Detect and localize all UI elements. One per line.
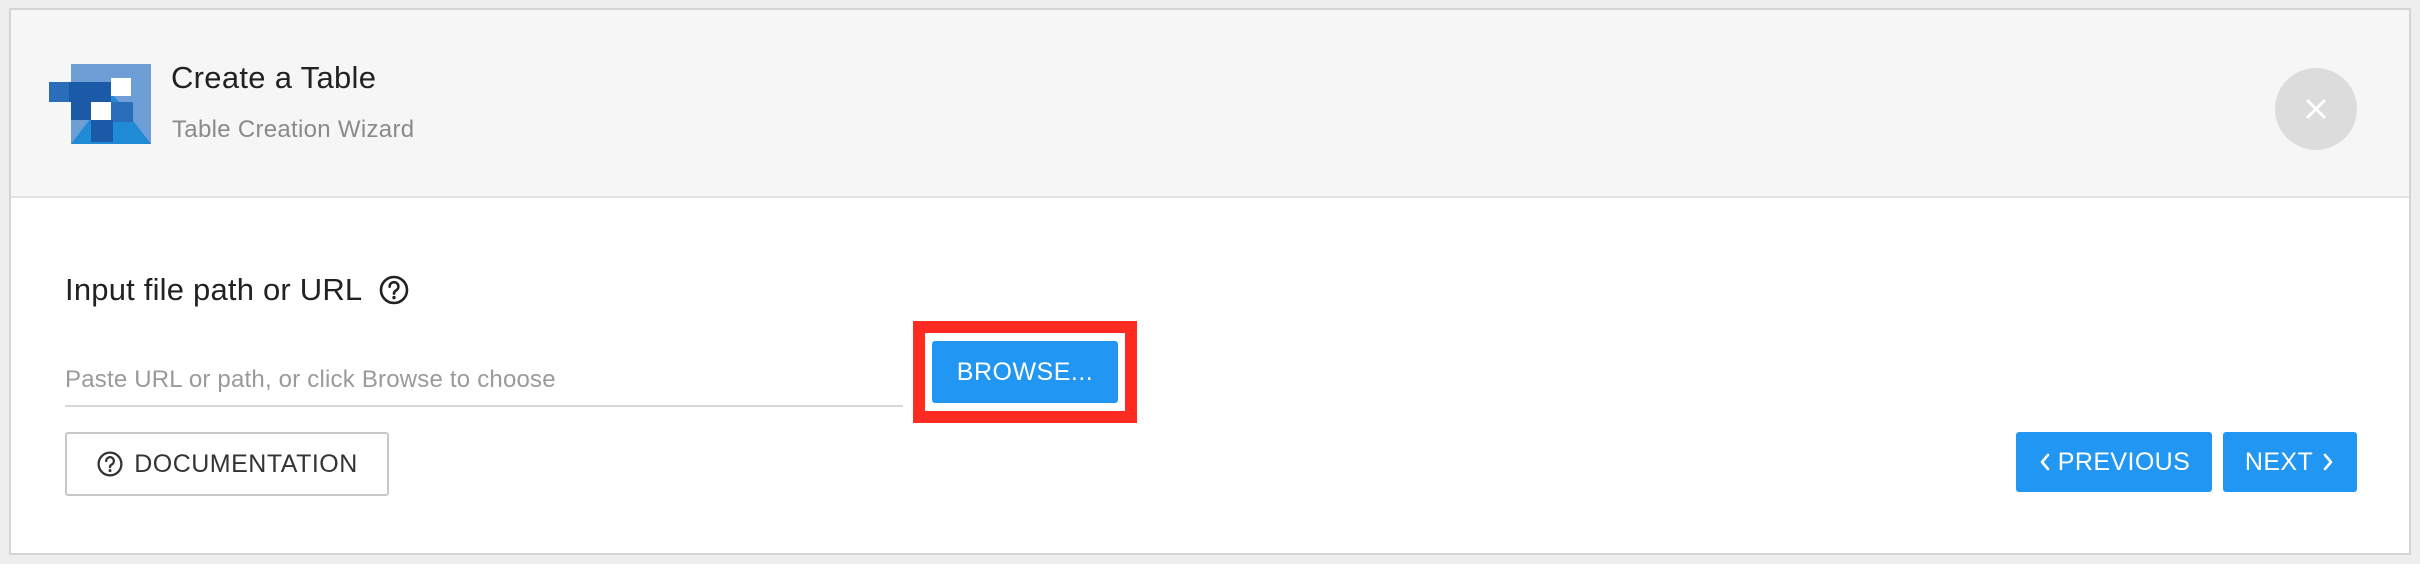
page-title: Create a Table — [171, 60, 377, 95]
input-path-label-text: Input file path or URL — [65, 272, 363, 307]
input-path-label: Input file path or URL — [65, 272, 410, 308]
close-icon — [2306, 99, 2326, 119]
chevron-left-icon — [2040, 453, 2050, 471]
previous-button-label: PREVIOUS — [2057, 447, 2191, 476]
next-button[interactable]: NEXT — [2223, 432, 2357, 492]
chevron-right-icon — [2323, 453, 2333, 471]
table-logo-icon — [49, 64, 151, 144]
path-input[interactable] — [65, 355, 903, 407]
next-button-label: NEXT — [2244, 447, 2314, 476]
documentation-button[interactable]: DOCUMENTATION — [65, 432, 389, 496]
browse-button[interactable]: BROWSE... — [932, 341, 1118, 403]
create-table-dialog: Create a Table Table Creation Wizard Inp… — [9, 8, 2411, 555]
help-circle-icon[interactable] — [378, 274, 410, 306]
previous-button[interactable]: PREVIOUS — [2016, 432, 2212, 492]
close-button[interactable] — [2275, 68, 2357, 150]
dialog-header: Create a Table Table Creation Wizard — [11, 10, 2409, 198]
help-circle-icon — [97, 451, 123, 477]
page-subtitle: Table Creation Wizard — [172, 116, 415, 143]
documentation-button-label: DOCUMENTATION — [134, 449, 358, 478]
